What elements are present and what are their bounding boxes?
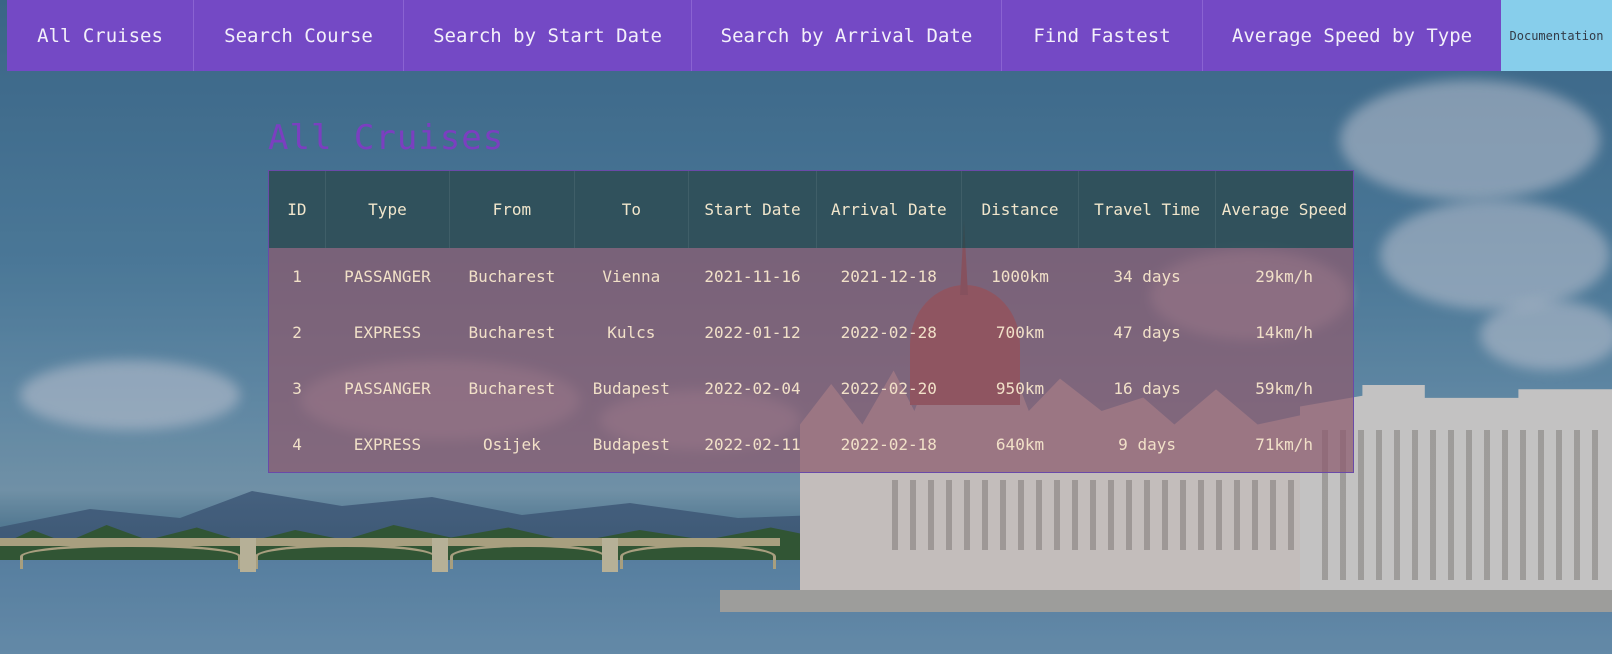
- column-header-distance: Distance: [961, 171, 1080, 248]
- cell-id: 3: [292, 378, 302, 398]
- cell-distance: 950km: [995, 378, 1045, 398]
- cell-travel-time: 16 days: [1113, 378, 1181, 398]
- cell-id: 4: [292, 434, 302, 454]
- cell-to: Budapest: [592, 434, 670, 454]
- cell-from: Osijek: [482, 434, 541, 454]
- cruises-table: ID Type From To Start Date Arrival Date …: [269, 171, 1353, 472]
- page-title: All Cruises: [268, 118, 505, 158]
- table-row: 4 EXPRESS Osijek Budapest 2022-02-11 202…: [269, 416, 1353, 472]
- table-header: ID Type From To Start Date Arrival Date …: [269, 171, 1353, 248]
- cell-arrival-date: 2021-12-18: [840, 266, 937, 286]
- cell-distance: 640km: [995, 434, 1045, 454]
- cell-to: Budapest: [592, 378, 670, 398]
- cell-arrival-date: 2022-02-28: [840, 322, 937, 342]
- cell-average-speed: 71km/h: [1255, 434, 1313, 454]
- column-header-average-speed: Average Speed: [1221, 200, 1347, 219]
- cell-from: Bucharest: [468, 322, 556, 342]
- column-header-id: ID: [269, 171, 326, 248]
- column-header-start-date: Start Date: [688, 171, 817, 248]
- table-row: 3 PASSANGER Bucharest Budapest 2022-02-0…: [269, 360, 1353, 416]
- cell-travel-time: 9 days: [1118, 434, 1176, 454]
- cell-start-date: 2022-02-04: [704, 378, 801, 398]
- cell-type: PASSANGER: [344, 378, 431, 398]
- cell-type: PASSANGER: [344, 266, 431, 286]
- cell-start-date: 2022-01-12: [704, 322, 801, 342]
- table-header-row: ID Type From To Start Date Arrival Date …: [269, 171, 1353, 248]
- column-header-to: To: [574, 171, 690, 248]
- table-body: 1 PASSANGER Bucharest Vienna 2021-11-16 …: [269, 248, 1353, 472]
- cell-id: 1: [292, 266, 302, 286]
- cell-from: Bucharest: [468, 266, 556, 286]
- cell-average-speed: 14km/h: [1255, 322, 1313, 342]
- cell-travel-time: 34 days: [1113, 266, 1181, 286]
- cell-start-date: 2022-02-11: [704, 434, 801, 454]
- cell-type: EXPRESS: [353, 322, 422, 342]
- nav-all-cruises[interactable]: All Cruises: [7, 0, 194, 71]
- cell-type: EXPRESS: [353, 434, 422, 454]
- cell-distance: 1000km: [991, 266, 1049, 286]
- cell-arrival-date: 2022-02-20: [840, 378, 937, 398]
- nav-documentation[interactable]: Documentation: [1501, 0, 1612, 71]
- cell-start-date: 2021-11-16: [704, 266, 801, 286]
- cell-to: Kulcs: [607, 322, 656, 342]
- cell-average-speed: 59km/h: [1255, 378, 1313, 398]
- table-row: 2 EXPRESS Bucharest Kulcs 2022-01-12 202…: [269, 304, 1353, 360]
- column-header-arrival-date: Arrival Date: [816, 171, 962, 248]
- cell-distance: 700km: [995, 322, 1045, 342]
- cell-to: Vienna: [602, 266, 661, 286]
- cruises-table-container: ID Type From To Start Date Arrival Date …: [268, 170, 1354, 473]
- nav-search-by-arrival-date[interactable]: Search by Arrival Date: [692, 0, 1002, 71]
- nav-search-by-start-date[interactable]: Search by Start Date: [404, 0, 692, 71]
- nav-average-speed-by-type[interactable]: Average Speed by Type: [1203, 0, 1501, 71]
- nav-find-fastest[interactable]: Find Fastest: [1002, 0, 1203, 71]
- column-header-type: Type: [325, 171, 451, 248]
- table-row: 1 PASSANGER Bucharest Vienna 2021-11-16 …: [269, 248, 1353, 304]
- cell-arrival-date: 2022-02-18: [840, 434, 937, 454]
- cell-travel-time: 47 days: [1113, 322, 1181, 342]
- column-header-from: From: [449, 171, 575, 248]
- cell-from: Bucharest: [468, 378, 556, 398]
- nav-search-course[interactable]: Search Course: [194, 0, 404, 71]
- cell-average-speed: 29km/h: [1255, 266, 1313, 286]
- main-nav: All Cruises Search Course Search by Star…: [7, 0, 1501, 71]
- column-header-travel-time: Travel Time: [1078, 171, 1216, 248]
- cell-id: 2: [292, 322, 302, 342]
